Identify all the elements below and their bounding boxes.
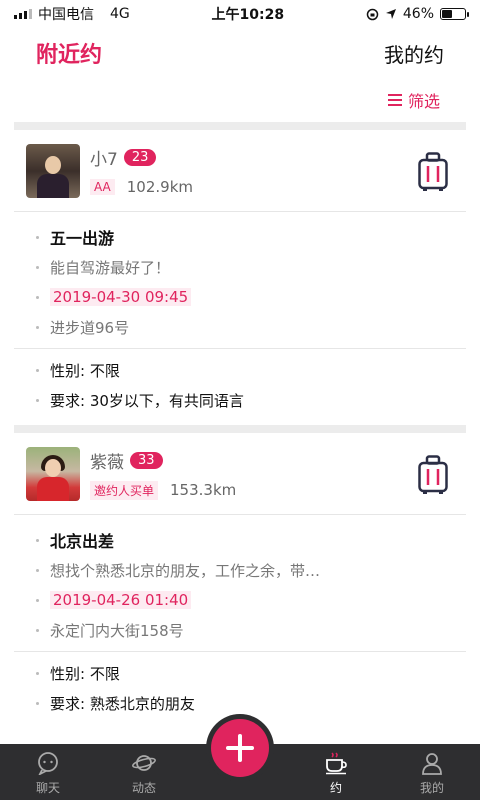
card-details: 五一出游 能自驾游最好了！ 2019-04-30 09:45 进步道96号 <box>14 212 466 349</box>
activity-title: 北京出差 <box>50 532 115 551</box>
add-date-button[interactable] <box>206 714 274 782</box>
tab-me-label: 我的 <box>419 781 444 795</box>
location-icon <box>385 9 396 19</box>
activity-description: 能自驾游最好了！ <box>50 258 171 277</box>
card-header: 小7 23 AA 102.9km <box>14 130 466 212</box>
avatar[interactable] <box>26 446 80 501</box>
user-icon <box>422 753 442 775</box>
tab-date[interactable]: 约 <box>288 751 384 796</box>
plus-icon <box>211 719 269 777</box>
requirement-text: 要求: 30岁以下，有共同语言 <box>50 391 244 410</box>
planet-icon <box>132 755 156 771</box>
card-requirements: 性别: 不限 要求: 30岁以下，有共同语言 <box>14 349 466 425</box>
divider <box>14 122 466 130</box>
payment-tag: AA <box>90 179 115 195</box>
date-card[interactable]: 小7 23 AA 102.9km 五一出游 能自驾游最好了！ 2019-04-3… <box>0 130 480 425</box>
filter-button[interactable]: 筛选 <box>387 88 440 112</box>
battery-icon <box>440 8 469 20</box>
age-badge: 23 <box>123 149 157 166</box>
user-info: 紫薇 33 邀约人买单 153.3km <box>90 448 454 500</box>
tab-my-dates[interactable]: 我的约 <box>384 39 444 68</box>
activity-datetime: 2019-04-30 09:45 <box>50 288 192 306</box>
clock: 上午10:28 <box>211 7 285 23</box>
divider <box>14 425 466 433</box>
status-bar: 中国电信 4G 上午10:28 46% <box>0 0 480 28</box>
avatar[interactable] <box>26 143 80 198</box>
activity-address: 进步道96号 <box>50 318 130 337</box>
activity-title: 五一出游 <box>50 229 115 248</box>
age-badge: 33 <box>130 451 163 469</box>
date-card[interactable]: 紫薇 33 邀约人买单 153.3km 北京出差 想找个熟悉北京的朋友，工作之余… <box>0 433 480 728</box>
card-details: 北京出差 想找个熟悉北京的朋友，工作之余，带… 2019-04-26 01:40… <box>14 515 466 652</box>
luggage-icon <box>418 455 448 494</box>
distance: 102.9km <box>126 178 194 196</box>
user-name: 小7 <box>90 150 118 170</box>
gender-requirement: 性别: 不限 <box>50 664 120 683</box>
tab-chat[interactable]: 聊天 <box>0 751 96 796</box>
status-right: 46% <box>366 6 469 22</box>
tab-feed-label: 动态 <box>131 781 156 795</box>
status-left: 中国电信 4G <box>14 4 130 24</box>
payment-tag: 邀约人买单 <box>90 480 159 500</box>
header: 附近约 我的约 <box>0 28 480 78</box>
signal-icon <box>14 9 32 19</box>
filter-label: 筛选 <box>407 92 440 111</box>
luggage-icon <box>418 152 448 191</box>
distance: 153.3km <box>170 481 237 499</box>
battery-percent: 46% <box>402 6 434 22</box>
requirement-text: 要求: 熟悉北京的朋友 <box>50 694 195 713</box>
coffee-cup-icon <box>326 752 347 775</box>
lock-rotation-icon <box>366 8 379 20</box>
carrier: 中国电信 <box>38 7 94 23</box>
network-type: 4G <box>110 6 130 22</box>
card-header: 紫薇 33 邀约人买单 153.3km <box>14 433 466 515</box>
tab-date-label: 约 <box>329 781 342 795</box>
tab-me[interactable]: 我的 <box>384 751 480 796</box>
activity-datetime: 2019-04-26 01:40 <box>50 591 192 609</box>
filter-row: 筛选 <box>0 78 480 122</box>
tab-chat-label: 聊天 <box>35 781 60 795</box>
user-name: 紫薇 <box>90 452 124 473</box>
tab-nearby[interactable]: 附近约 <box>36 37 102 69</box>
menu-lines-icon <box>387 94 402 106</box>
activity-address: 永定门内大街158号 <box>50 621 184 640</box>
activity-description: 想找个熟悉北京的朋友，工作之余，带… <box>50 561 321 580</box>
tab-feed[interactable]: 动态 <box>96 751 192 796</box>
gender-requirement: 性别: 不限 <box>50 361 120 380</box>
user-info: 小7 23 AA 102.9km <box>90 145 454 196</box>
chat-bubble-icon <box>38 752 58 775</box>
